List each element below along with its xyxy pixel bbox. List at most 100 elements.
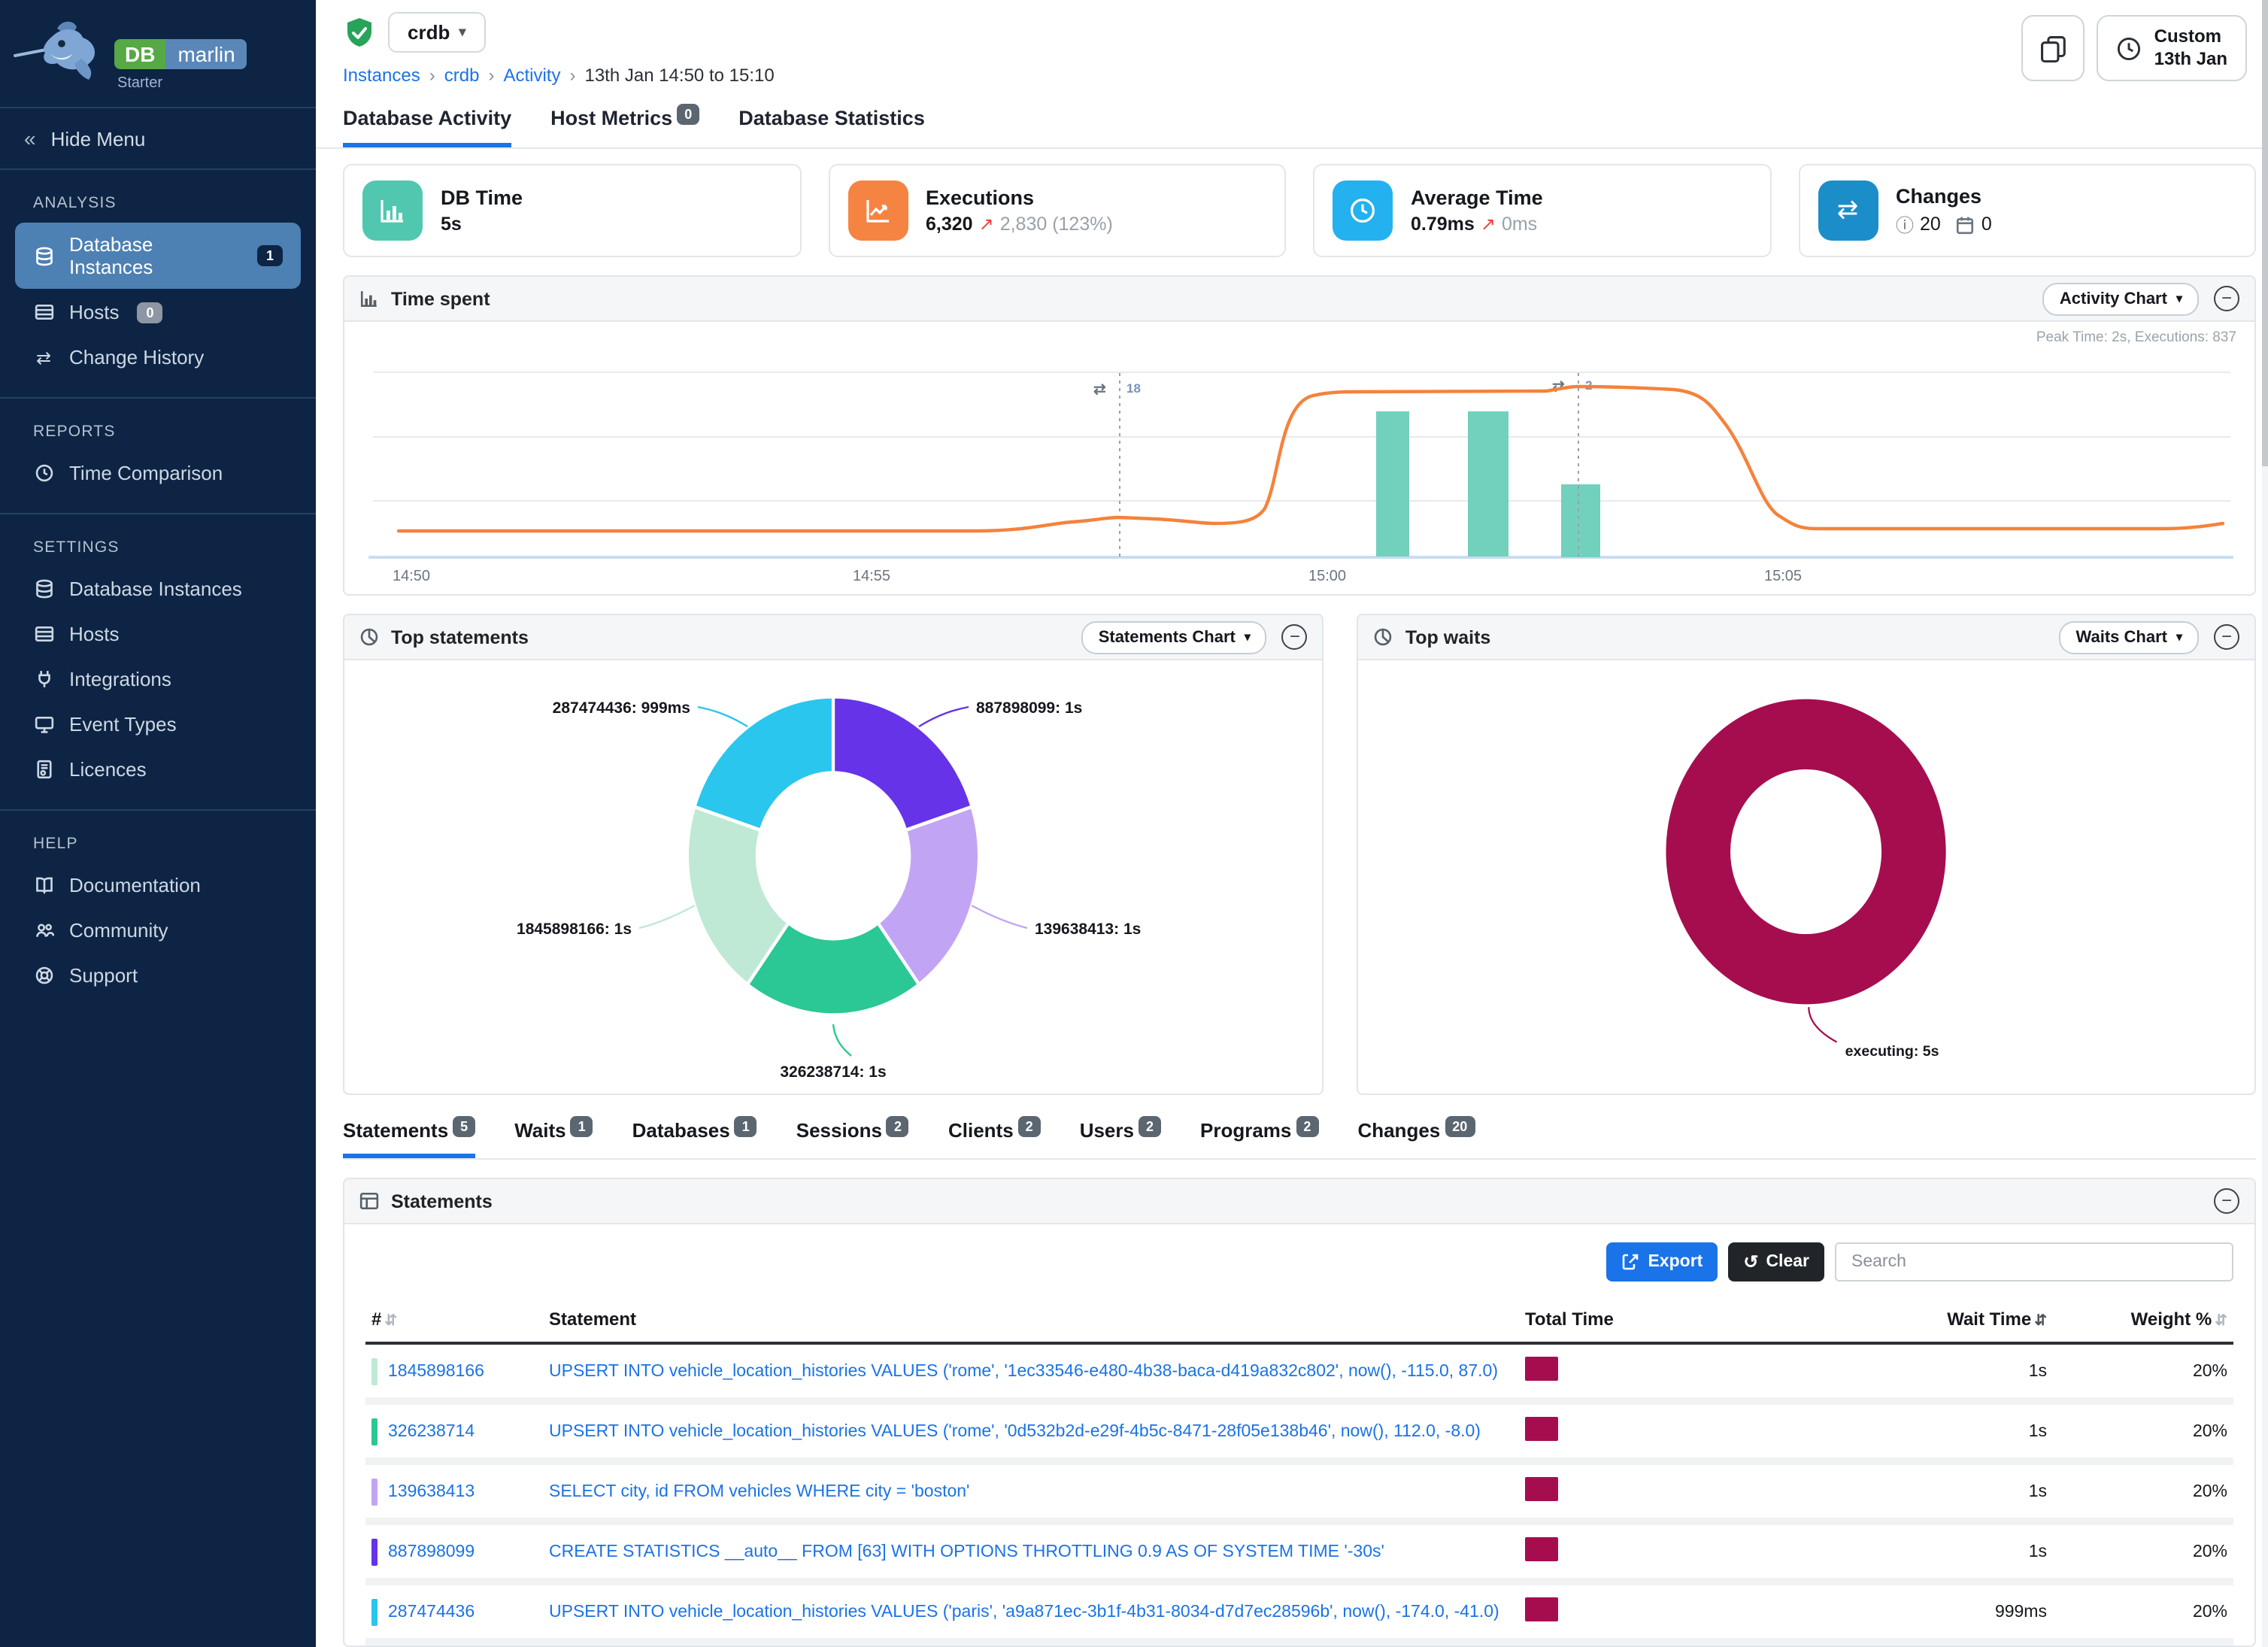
kpi-value: 0.79ms (1411, 214, 1475, 235)
collapse-panel-button[interactable]: − (2214, 1188, 2239, 1214)
statement-text-link[interactable]: UPSERT INTO vehicle_location_histories V… (549, 1603, 1499, 1621)
sidebar-item-change-history[interactable]: ⇄ Change History (15, 335, 301, 379)
top-statements-chart[interactable]: 887898099: 1s 287474436: 999ms 139638413… (344, 660, 1323, 1093)
instance-selector[interactable]: crdb ▾ (388, 12, 485, 53)
column-header-weight[interactable]: Weight %⇵ (2053, 1300, 2233, 1343)
sidebar-item-database-instances[interactable]: Database Instances 1 (15, 223, 301, 289)
chevron-down-icon: ▾ (459, 24, 465, 41)
statement-color-bar (371, 1357, 377, 1385)
scrollbar[interactable] (2262, 0, 2268, 1647)
tab-database-statistics[interactable]: Database Statistics (738, 107, 925, 147)
kpi-value: 5s (441, 214, 462, 235)
statement-text-link[interactable]: UPSERT INTO vehicle_location_histories V… (549, 1422, 1481, 1440)
statement-id-link[interactable]: 1845898166 (388, 1362, 484, 1380)
donut-slice (833, 696, 972, 830)
statement-text-link[interactable]: UPSERT INTO vehicle_location_histories V… (549, 1362, 1498, 1380)
column-header-total-time[interactable]: Total Time (1519, 1300, 1797, 1343)
statement-id-link[interactable]: 887898099 (388, 1542, 475, 1561)
clock-icon (1333, 180, 1393, 241)
total-time-bar (1525, 1417, 1558, 1441)
collapse-panel-button[interactable]: − (1282, 624, 1308, 650)
column-header-statement[interactable]: Statement (543, 1300, 1519, 1343)
statement-id-link[interactable]: 326238714 (388, 1422, 475, 1440)
time-range-button[interactable]: Custom 13th Jan (2097, 15, 2247, 81)
statements-chart-selector[interactable]: Statements Chart ▾ (1082, 620, 1267, 654)
statement-text-link[interactable]: CREATE STATISTICS __auto__ FROM [63] WIT… (549, 1542, 1384, 1561)
tab-badge: 2 (1018, 1116, 1041, 1137)
scrollbar-thumb[interactable] (2262, 0, 2268, 466)
dtab-databases[interactable]: Databases1 (632, 1119, 757, 1158)
weight-value: 20% (2053, 1401, 2233, 1461)
sidebar-item-documentation[interactable]: Documentation (15, 863, 301, 907)
column-header-id[interactable]: #⇵ (365, 1300, 543, 1343)
table-icon (359, 1191, 379, 1211)
search-input[interactable] (1835, 1242, 2233, 1282)
breadcrumb-activity[interactable]: Activity (503, 65, 560, 86)
sidebar-item-community[interactable]: Community (15, 908, 301, 952)
collapse-panel-button[interactable]: − (2214, 624, 2239, 650)
sidebar-item-event-types[interactable]: Event Types (15, 702, 301, 746)
statement-id-link[interactable]: 139638413 (388, 1482, 475, 1500)
time-spent-chart[interactable]: Peak Time: 2s, Executions: 837 ⇄ 18 (344, 322, 2254, 594)
double-chevron-left-icon: « (24, 126, 36, 150)
marlin-fish-icon (12, 15, 108, 87)
dtab-sessions[interactable]: Sessions2 (796, 1119, 909, 1158)
statement-id-link[interactable]: 287474436 (388, 1603, 475, 1621)
swap-arrows-icon: ⇄ (1818, 180, 1878, 241)
kpi-event-count: 0 (1981, 214, 1992, 235)
collapse-panel-button[interactable]: − (2214, 286, 2239, 311)
brand-marlin: marlin (165, 39, 247, 69)
dtab-programs[interactable]: Programs2 (1200, 1119, 1318, 1158)
sidebar-item-integrations[interactable]: Integrations (15, 657, 301, 701)
kpi-title: Average Time (1411, 187, 1543, 209)
tab-host-metrics[interactable]: Host Metrics0 (550, 107, 699, 147)
activity-chart-selector[interactable]: Activity Chart ▾ (2043, 282, 2199, 315)
table-toolbar: Export ↺ Clear (344, 1224, 2254, 1297)
column-header-wait-time[interactable]: Wait Time⇵ (1797, 1300, 2053, 1343)
tab-badge: 0 (677, 104, 699, 125)
export-button[interactable]: Export (1605, 1242, 1718, 1282)
sidebar-item-label: Database Instances (69, 578, 242, 600)
panel-title: Top waits (1405, 626, 1490, 648)
copy-link-button[interactable] (2022, 15, 2085, 81)
tab-badge: 2 (1139, 1116, 1161, 1137)
nav-section-reports: REPORTS (0, 399, 316, 450)
tab-database-activity[interactable]: Database Activity (343, 107, 511, 147)
breadcrumb-instances[interactable]: Instances (343, 65, 420, 86)
sidebar-item-label: Documentation (69, 874, 201, 896)
dtab-clients[interactable]: Clients2 (948, 1119, 1041, 1158)
kpi-title: Changes (1896, 184, 1992, 207)
nav-section-help: HELP (0, 811, 316, 862)
sidebar-item-hosts-settings[interactable]: Hosts (15, 612, 301, 656)
clear-button[interactable]: ↺ Clear (1728, 1242, 1824, 1282)
dtab-waits[interactable]: Waits1 (514, 1119, 593, 1158)
brand-logo[interactable]: DB marlin Starter (0, 0, 316, 101)
sidebar-item-hosts[interactable]: Hosts 0 (15, 290, 301, 334)
bar-chart-icon (362, 180, 423, 241)
sidebar-item-licences[interactable]: Licences (15, 748, 301, 791)
sidebar-item-database-instances-settings[interactable]: Database Instances (15, 567, 301, 611)
executions-bar (1468, 411, 1508, 557)
breadcrumb-crdb[interactable]: crdb (444, 65, 480, 86)
sidebar-item-time-comparison[interactable]: Time Comparison (15, 451, 301, 495)
dtab-users[interactable]: Users2 (1080, 1119, 1161, 1158)
top-waits-chart[interactable]: executing: 5s (1359, 660, 2254, 1093)
sidebar-item-support[interactable]: Support (15, 954, 301, 997)
waits-chart-selector[interactable]: Waits Chart ▾ (2060, 620, 2199, 654)
executions-bar (1561, 484, 1600, 557)
breadcrumb: Instances› crdb› Activity› 13th Jan 14:5… (343, 65, 775, 86)
trend-up-icon (979, 214, 994, 235)
statement-text-link[interactable]: SELECT city, id FROM vehicles WHERE city… (549, 1482, 969, 1500)
donut-slice (1699, 734, 1915, 969)
panel-title: Statements (391, 1191, 493, 1212)
table-row: 1845898166 UPSERT INTO vehicle_location_… (365, 1343, 2233, 1401)
topbar: crdb ▾ Instances› crdb› Activity› 13th J… (316, 0, 2268, 86)
hide-menu-label: Hide Menu (51, 127, 146, 150)
kpi-changes: ⇄ Changes ⓘ 20 0 (1798, 164, 2256, 257)
kpi-value: 6,320 (926, 214, 973, 235)
dtab-changes[interactable]: Changes20 (1357, 1119, 1475, 1158)
clock-icon (2117, 35, 2142, 61)
dtab-statements[interactable]: Statements5 (343, 1119, 475, 1158)
line-chart-icon (847, 180, 908, 241)
hide-menu-button[interactable]: « Hide Menu (0, 107, 316, 170)
